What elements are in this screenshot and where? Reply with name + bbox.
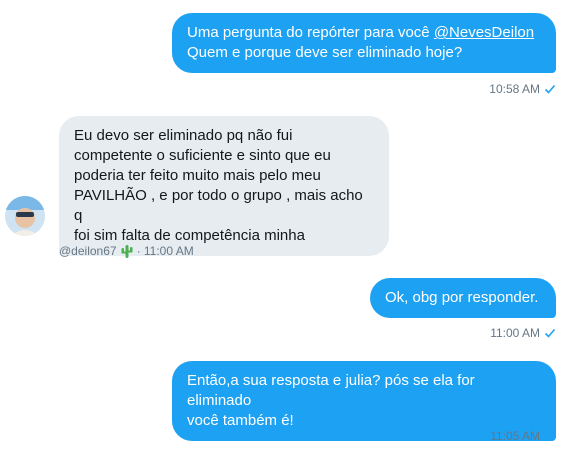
message-text-line: Então,a sua resposta e julia? pós se ela…: [187, 372, 475, 409]
user-mention-link[interactable]: @NevesDeilon: [434, 24, 534, 41]
avatar-image: [5, 196, 45, 236]
message-meta: 11:00 AM: [490, 326, 556, 340]
message-text-line: foi sim falta de competência minha: [74, 227, 305, 244]
message-text: Quem e porque deve ser eliminado hoje?: [187, 44, 463, 61]
message-bubble-incoming[interactable]: Eu devo ser eliminado pq não fui compete…: [59, 116, 389, 256]
message-timestamp: 10:58 AM: [489, 82, 540, 96]
message-text-line: poderia ter feito muito mais pelo meu: [74, 167, 321, 184]
message-text-line: competente o suficiente e sinto que eu: [74, 147, 331, 164]
avatar[interactable]: [5, 196, 45, 236]
message-text: Ok, obg por responder.: [385, 289, 539, 306]
message-timestamp: 11:00 AM: [490, 326, 540, 340]
message-text-line: PAVILHÃO , e por todo o grupo , mais ach…: [74, 187, 363, 224]
cactus-emoji-icon: [121, 245, 133, 258]
message-text-line: Uma pergunta do repórter para você @Neve…: [187, 23, 541, 43]
message-meta: @deilon67 · 11:00 AM: [59, 244, 194, 258]
check-icon: [544, 84, 556, 94]
message-bubble-outgoing[interactable]: Ok, obg por responder.: [370, 278, 556, 318]
message-meta: 10:58 AM: [489, 82, 556, 96]
message-timestamp: 11:05 AM: [490, 429, 540, 443]
sender-username[interactable]: @deilon67: [59, 244, 117, 258]
message-bubble-outgoing[interactable]: Uma pergunta do repórter para você @Neve…: [172, 13, 556, 73]
check-icon: [544, 328, 556, 338]
message-timestamp: · 11:00 AM: [136, 244, 194, 258]
message-text: Uma pergunta do repórter para você: [187, 24, 434, 41]
message-text-line: Eu devo ser eliminado pq não fui: [74, 127, 293, 144]
check-icon: [544, 431, 556, 441]
message-text-line: você também é!: [187, 412, 294, 429]
message-meta: 11:05 AM: [490, 429, 556, 443]
